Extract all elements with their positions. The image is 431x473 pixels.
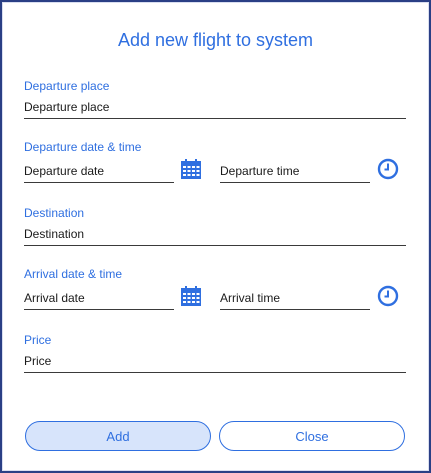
arrival-date-input[interactable] <box>24 288 174 308</box>
price-input[interactable] <box>24 351 406 371</box>
departure-time-input[interactable] <box>220 161 370 181</box>
arrival-time-clock-icon[interactable] <box>377 285 399 307</box>
destination-input[interactable] <box>24 224 406 244</box>
add-flight-dialog: Add new flight to system Departure place… <box>0 0 431 473</box>
arrival-date-field <box>24 288 174 310</box>
destination-label: Destination <box>24 206 85 220</box>
departure-datetime-label: Departure date & time <box>24 140 142 154</box>
arrival-datetime-label: Arrival date & time <box>24 267 123 281</box>
departure-date-calendar-icon[interactable] <box>180 158 202 180</box>
destination-field <box>24 224 406 246</box>
dialog-title: Add new flight to system <box>117 30 314 50</box>
departure-place-field <box>24 97 406 119</box>
departure-place-label: Departure place <box>24 79 110 93</box>
price-label: Price <box>24 333 52 347</box>
departure-date-input[interactable] <box>24 161 174 181</box>
add-button[interactable]: Add <box>25 421 211 451</box>
arrival-time-input[interactable] <box>220 288 370 308</box>
departure-time-field <box>220 161 370 183</box>
arrival-date-calendar-icon[interactable] <box>180 285 202 307</box>
close-button[interactable]: Close <box>219 421 405 451</box>
arrival-time-field <box>220 288 370 310</box>
departure-date-field <box>24 161 174 183</box>
departure-time-clock-icon[interactable] <box>377 158 399 180</box>
price-field <box>24 351 406 373</box>
departure-place-input[interactable] <box>24 97 406 117</box>
